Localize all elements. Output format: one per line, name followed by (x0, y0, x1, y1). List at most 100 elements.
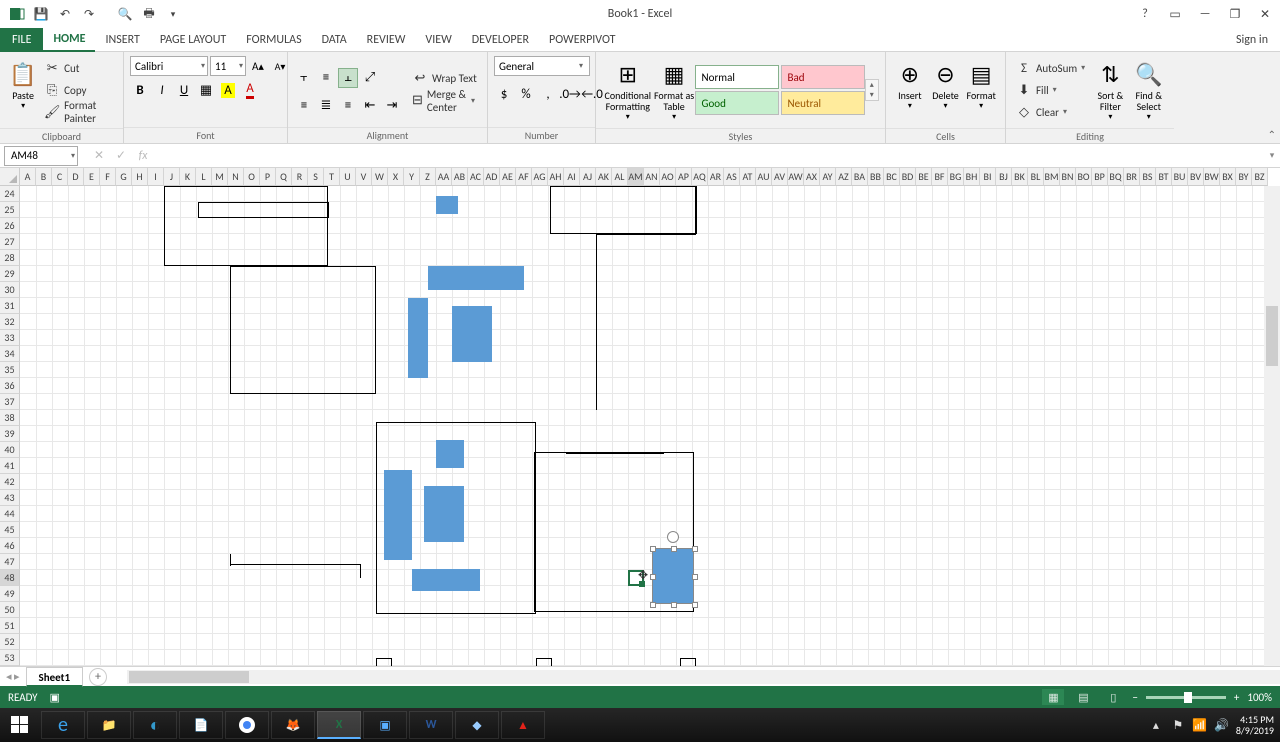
col-header[interactable]: AS (724, 168, 740, 186)
col-header[interactable]: AU (756, 168, 772, 186)
row-header[interactable]: 33 (0, 330, 20, 346)
resize-handle[interactable] (650, 546, 656, 552)
resize-handle[interactable] (650, 574, 656, 580)
zoom-in-button[interactable]: + (1234, 691, 1239, 704)
row-header[interactable]: 40 (0, 442, 20, 458)
bold-button[interactable]: B (130, 80, 150, 100)
tray-volume-icon[interactable]: 🔊 (1214, 717, 1230, 733)
align-bottom-icon[interactable]: ⫠ (338, 68, 358, 88)
tab-insert[interactable]: INSERT (95, 28, 149, 52)
select-all-button[interactable] (0, 168, 20, 186)
row-header[interactable]: 32 (0, 314, 20, 330)
col-header[interactable]: E (84, 168, 100, 186)
tab-developer[interactable]: DEVELOPER (462, 28, 539, 52)
row-header[interactable]: 50 (0, 602, 20, 618)
col-header[interactable]: AX (804, 168, 820, 186)
col-header[interactable]: BH (964, 168, 980, 186)
cancel-formula-icon[interactable]: ✕ (88, 146, 110, 166)
row-header[interactable]: 28 (0, 250, 20, 266)
tab-review[interactable]: REVIEW (357, 28, 416, 52)
find-select-button[interactable]: 🔍Find & Select▾ (1130, 56, 1168, 124)
paste-button[interactable]: 📋 Paste ▾ (6, 56, 40, 124)
col-header[interactable]: AR (708, 168, 724, 186)
percent-icon[interactable]: % (516, 84, 536, 104)
col-header[interactable]: K (180, 168, 196, 186)
cut-button[interactable]: ✂Cut (40, 58, 117, 78)
style-good[interactable]: Good (695, 91, 779, 115)
page-layout-view-icon[interactable]: ▤ (1072, 689, 1094, 705)
font-size-select[interactable]: 11▾ (210, 56, 246, 76)
taskbar-sketchup-icon[interactable]: ▲ (501, 711, 545, 739)
col-header[interactable]: S (308, 168, 324, 186)
col-header[interactable]: BQ (1108, 168, 1124, 186)
col-header[interactable]: BA (852, 168, 868, 186)
format-painter-button[interactable]: 🖌Format Painter (40, 102, 117, 122)
conditional-formatting-button[interactable]: ⊞ Conditional Formatting▾ (602, 56, 654, 124)
taskbar-app2-icon[interactable]: ▣ (363, 711, 407, 739)
col-header[interactable]: BG (948, 168, 964, 186)
increase-decimal-icon[interactable]: .0→ (560, 84, 580, 104)
col-header[interactable]: AQ (692, 168, 708, 186)
align-top-icon[interactable]: ⫟ (294, 68, 314, 88)
col-header[interactable]: AA (436, 168, 452, 186)
col-header[interactable]: T (324, 168, 340, 186)
underline-button[interactable]: U (174, 80, 194, 100)
tray-clock[interactable]: 4:15 PM8/9/2019 (1236, 714, 1274, 736)
format-cells-button[interactable]: ▤Format▾ (963, 56, 999, 124)
page-break-view-icon[interactable]: ▯ (1102, 689, 1124, 705)
col-header[interactable]: W (372, 168, 388, 186)
merge-center-button[interactable]: ⊟Merge & Center▾ (408, 91, 481, 111)
col-header[interactable]: AP (676, 168, 692, 186)
col-header[interactable]: AI (564, 168, 580, 186)
orientation-icon[interactable]: ⤢ (360, 68, 380, 88)
col-header[interactable]: BK (1012, 168, 1028, 186)
clear-button[interactable]: ◇Clear▾ (1012, 102, 1091, 122)
row-header[interactable]: 27 (0, 234, 20, 250)
col-header[interactable]: BZ (1252, 168, 1268, 186)
insert-cells-button[interactable]: ⊕Insert▾ (892, 56, 928, 124)
col-header[interactable]: BJ (996, 168, 1012, 186)
col-header[interactable]: X (388, 168, 404, 186)
row-header[interactable]: 35 (0, 362, 20, 378)
row-header[interactable]: 38 (0, 410, 20, 426)
col-header[interactable]: AW (788, 168, 804, 186)
font-name-select[interactable]: Calibri▾ (130, 56, 208, 76)
accounting-icon[interactable]: $ (494, 84, 514, 104)
col-header[interactable]: G (116, 168, 132, 186)
taskbar-firefox-icon[interactable]: 🦊 (271, 711, 315, 739)
col-header[interactable]: N (228, 168, 244, 186)
col-header[interactable]: AC (468, 168, 484, 186)
taskbar-excel-icon[interactable]: X (317, 711, 361, 739)
row-header[interactable]: 46 (0, 538, 20, 554)
taskbar-chrome-icon[interactable] (225, 711, 269, 739)
row-header[interactable]: 47 (0, 554, 20, 570)
help-icon[interactable]: ? (1130, 3, 1160, 25)
col-header[interactable]: AE (500, 168, 516, 186)
col-header[interactable]: L (196, 168, 212, 186)
row-header[interactable]: 24 (0, 186, 20, 202)
format-as-table-button[interactable]: ▦ Format as Table▾ (654, 56, 695, 124)
rectangle-shape[interactable] (452, 306, 492, 362)
col-header[interactable]: BO (1076, 168, 1092, 186)
decrease-indent-icon[interactable]: ⇤ (360, 96, 380, 116)
col-header[interactable]: O (244, 168, 260, 186)
resize-handle[interactable] (692, 546, 698, 552)
fill-button[interactable]: ⬇Fill▾ (1012, 80, 1091, 100)
col-header[interactable]: B (36, 168, 52, 186)
wrap-text-button[interactable]: ↩Wrap Text (408, 69, 481, 89)
increase-indent-icon[interactable]: ⇥ (382, 96, 402, 116)
rotate-handle[interactable] (667, 531, 679, 543)
col-header[interactable]: BX (1220, 168, 1236, 186)
decrease-font-icon[interactable]: A▾ (270, 56, 290, 76)
minimize-icon[interactable]: — (1190, 3, 1220, 25)
row-header[interactable]: 44 (0, 506, 20, 522)
new-sheet-button[interactable]: + (89, 668, 107, 686)
row-header[interactable]: 31 (0, 298, 20, 314)
col-header[interactable]: BS (1140, 168, 1156, 186)
rectangle-shape[interactable] (424, 486, 464, 542)
row-header[interactable]: 45 (0, 522, 20, 538)
row-header[interactable]: 29 (0, 266, 20, 282)
row-header[interactable]: 26 (0, 218, 20, 234)
col-header[interactable]: V (356, 168, 372, 186)
col-header[interactable]: AZ (836, 168, 852, 186)
